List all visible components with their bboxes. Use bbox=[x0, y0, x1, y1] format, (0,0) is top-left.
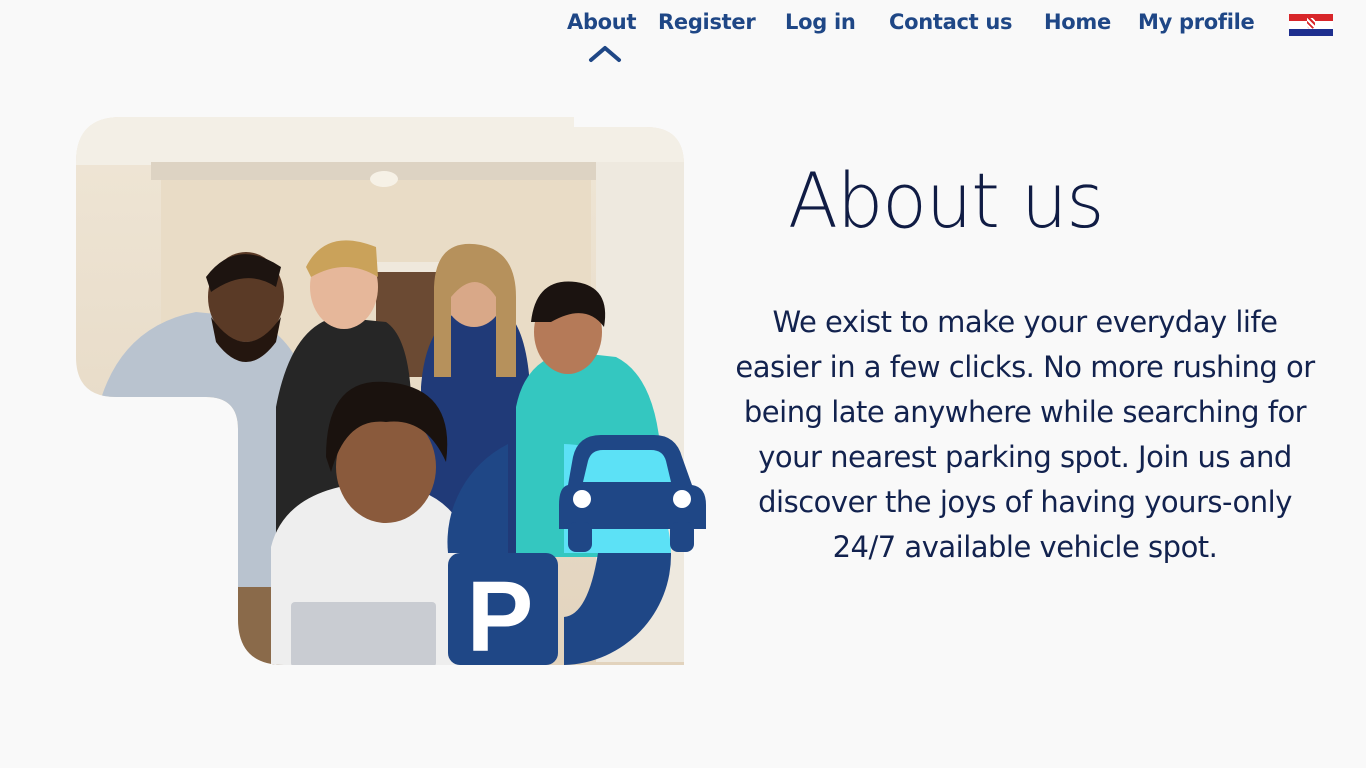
nav-home-link[interactable]: Home bbox=[1044, 10, 1111, 34]
parking-logo-letter: P bbox=[467, 561, 534, 667]
top-navigation: About Register Log in Contact us Home My… bbox=[0, 0, 1366, 70]
nav-my-profile-link[interactable]: My profile bbox=[1138, 10, 1255, 34]
about-description: We exist to make your everyday life easi… bbox=[735, 305, 1315, 564]
nav-register-link[interactable]: Register bbox=[658, 10, 756, 34]
nav-login-link[interactable]: Log in bbox=[785, 10, 856, 34]
nav-contact-link[interactable]: Contact us bbox=[889, 10, 1013, 34]
croatia-flag-icon[interactable] bbox=[1289, 14, 1333, 36]
active-caret-icon bbox=[589, 46, 621, 62]
nav-about-link[interactable]: About bbox=[567, 10, 637, 34]
hero-photo-with-parking-logo: P bbox=[76, 117, 706, 667]
page-title: About us bbox=[788, 156, 1104, 245]
